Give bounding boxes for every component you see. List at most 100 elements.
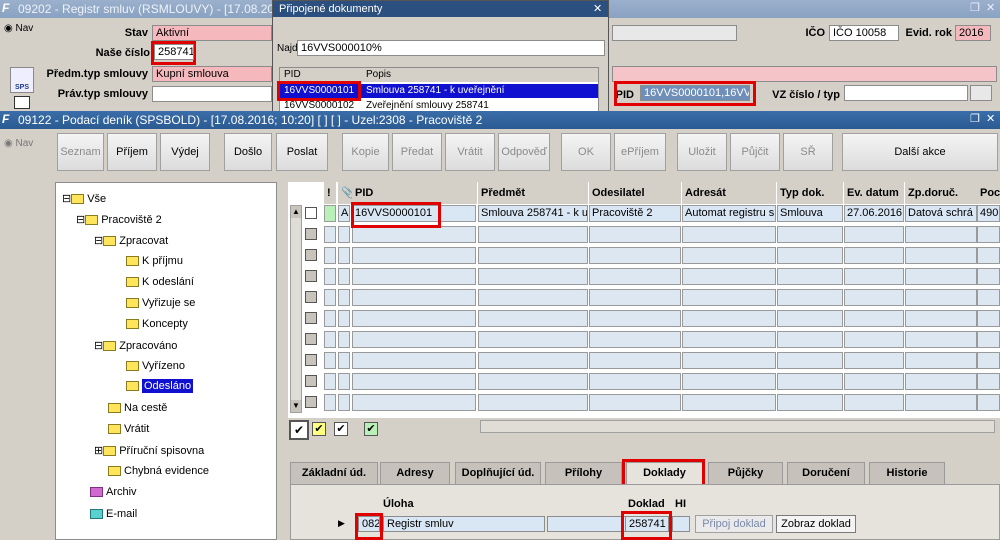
col-header-adresat[interactable]: Adresát [682, 182, 776, 204]
table-cell[interactable] [324, 268, 336, 285]
vydej-button[interactable]: Výdej [160, 133, 210, 171]
table-cell[interactable] [977, 226, 1000, 243]
table-cell[interactable] [844, 331, 904, 348]
predm-typ-field[interactable]: Kupní smlouva [152, 66, 272, 82]
row-marker[interactable] [324, 205, 336, 222]
table-cell[interactable] [777, 373, 843, 390]
table-cell[interactable] [777, 331, 843, 348]
tree-item-prirucni[interactable]: ⊞ Příruční spisovna [94, 444, 204, 457]
tree-item-chybna[interactable]: Chybná evidence [108, 465, 209, 477]
horizontal-scrollbar[interactable] [480, 420, 995, 433]
tree-item-vyrizuje[interactable]: Vyřizuje se [126, 297, 195, 309]
table-cell[interactable] [324, 373, 336, 390]
tab-doruceni[interactable]: Doručení [787, 462, 865, 484]
table-cell[interactable] [324, 394, 336, 411]
odpoved-button[interactable]: Odpověď [498, 133, 550, 171]
tab-prilohy[interactable]: Přílohy [545, 462, 622, 484]
najdi-input[interactable]: 16VVS000010% [297, 40, 605, 56]
table-cell[interactable] [844, 352, 904, 369]
table-cell[interactable] [338, 226, 350, 243]
row-checkbox[interactable] [305, 291, 317, 303]
tab-adresy[interactable]: Adresy [380, 462, 450, 484]
vertical-scrollbar[interactable] [290, 205, 302, 413]
sr-button[interactable]: SŘ [783, 133, 833, 171]
table-cell[interactable] [977, 331, 1000, 348]
pujcit-button[interactable]: Půjčit [730, 133, 780, 171]
table-cell[interactable] [352, 331, 476, 348]
table-cell[interactable] [682, 310, 776, 327]
pripoj-doklad-button[interactable]: Připoj doklad [695, 515, 773, 533]
table-cell[interactable] [977, 373, 1000, 390]
table-cell[interactable] [682, 268, 776, 285]
tree-item-email[interactable]: E-mail [90, 508, 137, 520]
col-header-typ[interactable]: Typ dok. [777, 182, 843, 204]
table-cell[interactable] [682, 226, 776, 243]
table-cell[interactable] [338, 352, 350, 369]
tab-pujcky[interactable]: Půjčky [708, 462, 783, 484]
row-checkbox[interactable] [305, 354, 317, 366]
table-cell[interactable] [977, 268, 1000, 285]
table-cell[interactable] [324, 226, 336, 243]
table-cell[interactable] [905, 289, 977, 306]
table-cell[interactable] [478, 394, 588, 411]
tree-item-zpracovat[interactable]: ⊟ Zpracovat [94, 234, 168, 247]
row-flag[interactable]: A [338, 205, 350, 222]
table-cell[interactable] [682, 331, 776, 348]
eprijem-button[interactable]: ePříjem [614, 133, 666, 171]
table-cell[interactable] [478, 373, 588, 390]
seznam-button[interactable]: Seznam [57, 133, 104, 171]
table-cell[interactable] [478, 268, 588, 285]
close-icon[interactable]: ✕ [986, 113, 995, 126]
table-cell[interactable] [478, 247, 588, 264]
nase-cislo-field[interactable]: 258741 [154, 44, 194, 60]
restore-icon[interactable]: ❐ [970, 2, 980, 15]
table-cell[interactable] [977, 352, 1000, 369]
nav-radio[interactable]: ◉ Nav [4, 138, 33, 149]
filter-checkbox-white[interactable]: ✔ [334, 422, 348, 436]
restore-icon[interactable]: ❐ [970, 113, 980, 126]
row-checkbox[interactable] [305, 312, 317, 324]
table-cell[interactable] [324, 310, 336, 327]
table-cell[interactable] [977, 289, 1000, 306]
table-cell[interactable] [844, 268, 904, 285]
table-cell[interactable] [352, 373, 476, 390]
stav-field[interactable]: Aktivní [152, 25, 272, 41]
filter-checkbox-yellow[interactable]: ✔ [312, 422, 326, 436]
table-cell[interactable] [682, 247, 776, 264]
row-checkbox[interactable] [305, 270, 317, 282]
table-cell[interactable] [777, 226, 843, 243]
tree-item-k-odeslani[interactable]: K odeslání [126, 276, 194, 288]
table-cell[interactable] [844, 247, 904, 264]
tab-zakladni[interactable]: Základní úd. [290, 462, 378, 484]
pid-field[interactable]: 16VVS0000101,16VVS0 [640, 85, 750, 101]
zobraz-doklad-button[interactable]: Zobraz doklad [776, 515, 856, 533]
table-cell[interactable] [682, 289, 776, 306]
row-checkbox[interactable] [305, 249, 317, 261]
row-adresat[interactable]: Automat registru s [682, 205, 776, 222]
bg-field-2[interactable] [612, 66, 997, 82]
row-odesilatel[interactable]: Pracoviště 2 [589, 205, 681, 222]
table-cell[interactable] [905, 352, 977, 369]
table-cell[interactable] [777, 310, 843, 327]
table-cell[interactable] [905, 310, 977, 327]
evid-rok-field[interactable]: 2016 [955, 25, 991, 41]
table-cell[interactable] [589, 352, 681, 369]
table-cell[interactable] [777, 352, 843, 369]
table-cell[interactable] [589, 247, 681, 264]
col-header-pid[interactable]: PID [352, 182, 477, 204]
table-cell[interactable] [905, 226, 977, 243]
row-typ[interactable]: Smlouva [777, 205, 843, 222]
tree-item-archiv[interactable]: Archiv [90, 486, 137, 498]
vratit-button[interactable]: Vrátit [445, 133, 495, 171]
table-cell[interactable] [844, 226, 904, 243]
poslat-button[interactable]: Poslat [276, 133, 328, 171]
row-checkbox[interactable] [305, 228, 317, 240]
table-cell[interactable] [338, 331, 350, 348]
row-datum[interactable]: 27.06.2016 [844, 205, 904, 222]
col-header-predmet[interactable]: Předmět [478, 182, 588, 204]
table-cell[interactable] [777, 247, 843, 264]
vz-typ-field[interactable] [970, 85, 992, 101]
table-cell[interactable] [777, 268, 843, 285]
row-checkbox[interactable] [305, 375, 317, 387]
table-cell[interactable] [589, 394, 681, 411]
